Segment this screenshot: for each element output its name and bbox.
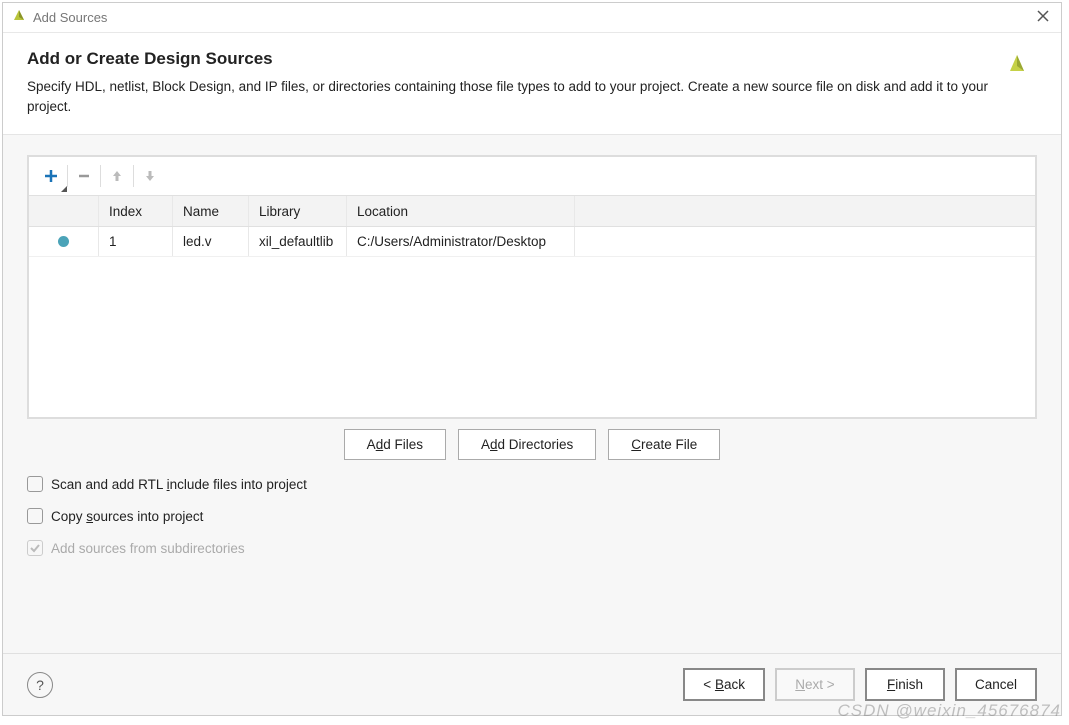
col-location: Location (347, 196, 575, 226)
dialog-footer: ? < Back Next > Finish Cancel (3, 653, 1061, 715)
add-subdirectories-checkbox: Add sources from subdirectories (27, 540, 1037, 556)
checkbox-icon (27, 540, 43, 556)
col-name: Name (173, 196, 249, 226)
sources-table: Index Name Library Location 1 led.v xil_… (27, 155, 1037, 419)
toolbar-divider (100, 165, 101, 187)
next-button: Next > (775, 668, 855, 701)
main-area: Index Name Library Location 1 led.v xil_… (3, 135, 1061, 653)
checkbox-label: Scan and add RTL include files into proj… (51, 477, 307, 492)
copy-sources-checkbox[interactable]: Copy sources into project (27, 508, 1037, 524)
row-location: C:/Users/Administrator/Desktop (347, 227, 575, 256)
page-heading: Add or Create Design Sources (27, 49, 997, 69)
row-library: xil_defaultlib (249, 227, 347, 256)
toolbar-divider (67, 165, 68, 187)
toolbar-divider (133, 165, 134, 187)
cancel-button[interactable]: Cancel (955, 668, 1037, 701)
close-icon[interactable] (1033, 9, 1053, 27)
dialog-title: Add Sources (33, 10, 1033, 25)
col-rest (575, 196, 1035, 226)
col-library: Library (249, 196, 347, 226)
table-toolbar (29, 157, 1035, 195)
help-icon[interactable]: ? (27, 672, 53, 698)
header-area: Add or Create Design Sources Specify HDL… (3, 33, 1061, 135)
table-header: Index Name Library Location (29, 195, 1035, 227)
app-icon (11, 7, 27, 28)
row-name: led.v (173, 227, 249, 256)
checkbox-icon (27, 508, 43, 524)
table-body: 1 led.v xil_defaultlib C:/Users/Administ… (29, 227, 1035, 417)
checkbox-label: Copy sources into project (51, 509, 203, 524)
finish-button[interactable]: Finish (865, 668, 945, 701)
add-files-button[interactable]: Add Files (344, 429, 446, 460)
remove-icon[interactable] (70, 162, 98, 190)
back-button[interactable]: < Back (683, 668, 765, 701)
move-down-icon[interactable] (136, 162, 164, 190)
row-status-icon (29, 227, 99, 256)
col-status (29, 196, 99, 226)
dialog-window: Add Sources Add or Create Design Sources… (2, 2, 1062, 716)
checkbox-label: Add sources from subdirectories (51, 541, 245, 556)
action-buttons: Add Files Add Directories Create File (27, 429, 1037, 460)
page-description: Specify HDL, netlist, Block Design, and … (27, 77, 997, 116)
add-icon[interactable] (37, 162, 65, 190)
checkbox-icon (27, 476, 43, 492)
col-index: Index (99, 196, 173, 226)
move-up-icon[interactable] (103, 162, 131, 190)
row-index: 1 (99, 227, 173, 256)
scan-include-checkbox[interactable]: Scan and add RTL include files into proj… (27, 476, 1037, 492)
dialog-content: Add or Create Design Sources Specify HDL… (3, 33, 1061, 715)
add-directories-button[interactable]: Add Directories (458, 429, 596, 460)
vendor-logo-icon (997, 49, 1037, 116)
titlebar: Add Sources (3, 3, 1061, 33)
table-row[interactable]: 1 led.v xil_defaultlib C:/Users/Administ… (29, 227, 1035, 257)
create-file-button[interactable]: Create File (608, 429, 720, 460)
